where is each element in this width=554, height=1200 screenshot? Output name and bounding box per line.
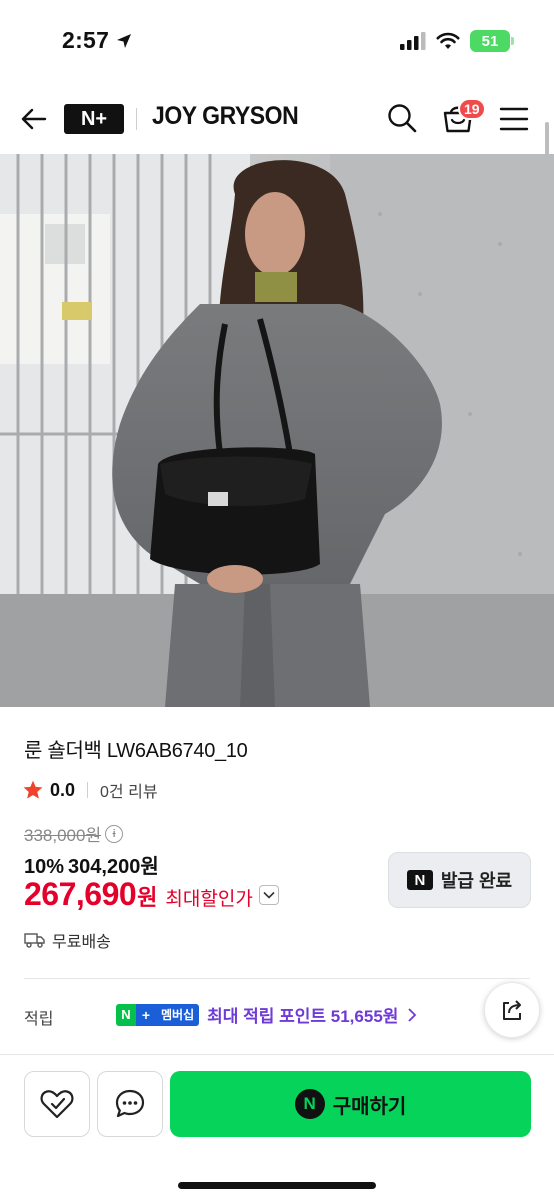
battery-level: 51 xyxy=(481,32,499,50)
product-photo xyxy=(0,154,554,707)
points-row[interactable]: N + 멤버십 최대 적립 포인트 51,655원 xyxy=(116,1002,418,1027)
membership-text: 멤버십 xyxy=(156,1003,200,1026)
heart-check-icon xyxy=(40,1090,74,1119)
points-text: 최대 적립 포인트 51,655원 xyxy=(207,1007,399,1026)
wifi-icon xyxy=(436,32,460,49)
cart-count-badge: 19 xyxy=(458,98,486,120)
naver-n-icon: N xyxy=(406,870,433,890)
final-price-unit: 원 xyxy=(137,885,158,910)
truck-icon xyxy=(24,933,45,948)
header-divider xyxy=(136,108,137,130)
share-icon xyxy=(503,1000,521,1020)
signal-icon xyxy=(400,32,426,50)
status-bar: 2:57 51 xyxy=(0,0,554,84)
share-button[interactable] xyxy=(484,982,540,1038)
talktalk-button[interactable] xyxy=(97,1071,163,1137)
status-time: 2:57 xyxy=(62,27,133,54)
menu-button[interactable] xyxy=(498,104,530,134)
back-arrow-icon xyxy=(21,108,47,130)
rating-row[interactable]: 0.0 0건 리뷰 xyxy=(22,778,158,802)
badge-plus-icon: + xyxy=(136,1003,156,1026)
section-divider xyxy=(24,978,530,979)
naver-plus-logo[interactable]: N+ xyxy=(64,104,124,134)
star-icon xyxy=(23,780,43,799)
info-icon[interactable]: i xyxy=(105,824,124,843)
max-discount-label: 최대할인가 xyxy=(165,889,253,910)
membership-badge: N + 멤버십 xyxy=(116,1003,200,1026)
buy-button[interactable]: N 구매하기 xyxy=(170,1071,531,1137)
hamburger-menu-icon xyxy=(499,107,529,131)
search-icon xyxy=(388,104,417,133)
discount-row: 10% 304,200원 xyxy=(24,850,159,879)
final-price-row[interactable]: 267,690 원 최대할인가 xyxy=(24,876,279,913)
product-title: 룬 숄더백 LW6AB6740_10 xyxy=(24,740,248,762)
location-arrow-icon xyxy=(117,33,132,48)
home-indicator xyxy=(178,1182,376,1189)
chevron-down-icon[interactable] xyxy=(258,884,279,905)
coupon-issued-button[interactable]: N 발급 완료 xyxy=(388,852,531,908)
shipping-info: 무료배송 xyxy=(24,928,111,952)
review-count[interactable]: 0건 리뷰 xyxy=(100,778,158,802)
buy-button-label: 구매하기 xyxy=(332,1095,407,1118)
rating-separator xyxy=(87,782,89,798)
search-button[interactable] xyxy=(386,102,418,134)
final-price: 267,690 xyxy=(24,876,137,912)
brand-name[interactable]: JOY GRYSON xyxy=(152,102,299,131)
original-price: 338,000원 i xyxy=(24,821,124,846)
points-label: 적립 xyxy=(24,1011,54,1028)
shipping-text: 무료배송 xyxy=(52,934,111,951)
bottom-action-bar: N 구매하기 xyxy=(0,1054,554,1200)
discounted-price: 304,200원 xyxy=(68,856,159,878)
clock-text: 2:57 xyxy=(62,27,110,53)
product-image[interactable] xyxy=(0,154,554,707)
chevron-right-icon xyxy=(408,1007,417,1022)
wishlist-button[interactable] xyxy=(24,1071,90,1137)
rating-value: 0.0 xyxy=(50,779,76,800)
back-button[interactable] xyxy=(18,103,50,135)
original-price-value: 338,000원 xyxy=(24,826,102,845)
battery-indicator: 51 xyxy=(470,30,514,52)
nplus-logo-text: N+ xyxy=(80,107,108,130)
coupon-label: 발급 완료 xyxy=(440,871,513,891)
status-icons: 51 xyxy=(400,30,514,52)
chat-bubble-icon xyxy=(115,1089,145,1118)
app-header: N+ JOY GRYSON 19 xyxy=(0,84,554,154)
badge-n-icon: N xyxy=(116,1003,136,1026)
naver-pay-icon: N xyxy=(294,1089,325,1119)
